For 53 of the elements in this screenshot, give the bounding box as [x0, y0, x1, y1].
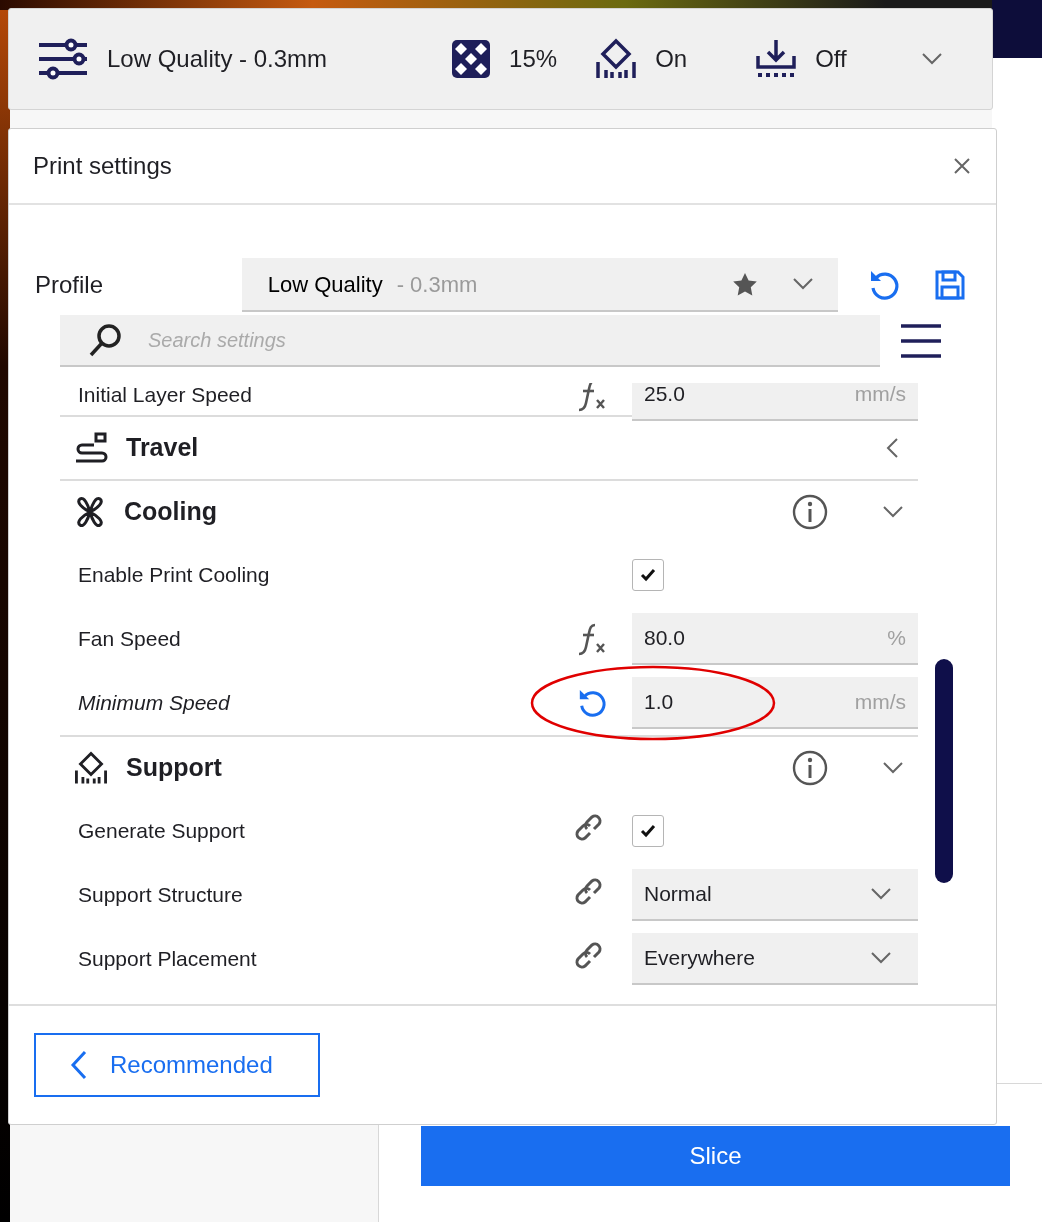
chevron-down-icon — [870, 951, 892, 965]
chevron-down-icon[interactable] — [882, 505, 904, 519]
fan-icon — [74, 496, 106, 528]
profile-dropdown[interactable]: Low Quality - 0.3mm — [241, 258, 838, 312]
search-icon — [88, 322, 124, 358]
recommended-button[interactable]: Recommended — [34, 1033, 320, 1097]
checkbox[interactable] — [632, 559, 664, 591]
close-icon[interactable] — [952, 156, 972, 176]
chevron-down-icon — [870, 887, 892, 901]
support-icon — [74, 751, 108, 785]
value-field[interactable]: 25.0 mm/s — [632, 383, 918, 421]
setting-label: Enable Print Cooling — [78, 562, 271, 589]
chevron-down-icon — [792, 277, 814, 291]
search-input[interactable]: Search settings — [146, 324, 796, 356]
setting-label: Support Placement — [78, 946, 258, 973]
save-icon[interactable] — [934, 269, 966, 301]
adhesion-icon — [755, 38, 798, 80]
support-value[interactable]: On — [655, 41, 688, 77]
value-field[interactable]: 1.0 mm/s — [632, 677, 918, 729]
setting-label: Support Structure — [78, 882, 244, 909]
dropdown[interactable]: Everywhere — [632, 933, 918, 985]
category-header[interactable]: Support — [126, 749, 774, 787]
panel-title: Print settings — [33, 151, 172, 181]
infill-icon — [451, 39, 492, 79]
chevron-down-icon[interactable] — [882, 761, 904, 775]
slice-button[interactable]: Slice — [421, 1126, 1010, 1186]
chevron-down-icon[interactable] — [920, 52, 943, 66]
sliders-icon — [37, 38, 89, 80]
setting-label: Generate Support — [78, 818, 246, 845]
category-header[interactable]: Cooling — [124, 493, 774, 531]
infill-value[interactable]: 15% — [509, 41, 558, 77]
scrollbar-thumb[interactable] — [935, 659, 953, 883]
profile-summary[interactable]: Low Quality - 0.3mm — [107, 41, 328, 77]
value-field[interactable]: 80.0 % — [632, 613, 918, 665]
star-icon — [732, 272, 758, 296]
check-icon — [640, 824, 656, 838]
category-header[interactable]: Travel — [126, 429, 864, 467]
reset-icon[interactable] — [868, 268, 900, 302]
info-icon[interactable] — [792, 750, 828, 786]
chevron-left-icon — [70, 1050, 88, 1080]
setting-label: Minimum Speed — [78, 690, 231, 717]
menu-icon[interactable] — [900, 323, 942, 359]
adhesion-value[interactable]: Off — [815, 41, 847, 77]
search-field[interactable]: Search settings — [60, 315, 880, 367]
travel-icon — [74, 431, 108, 465]
checkbox[interactable] — [632, 815, 664, 847]
setting-label: Initial Layer Speed — [78, 383, 253, 409]
profile-label: Profile — [35, 270, 105, 300]
setting-label: Fan Speed — [78, 626, 182, 653]
info-icon[interactable] — [792, 494, 828, 530]
dropdown[interactable]: Normal — [632, 869, 918, 921]
support-icon — [595, 38, 638, 80]
check-icon — [640, 568, 656, 582]
